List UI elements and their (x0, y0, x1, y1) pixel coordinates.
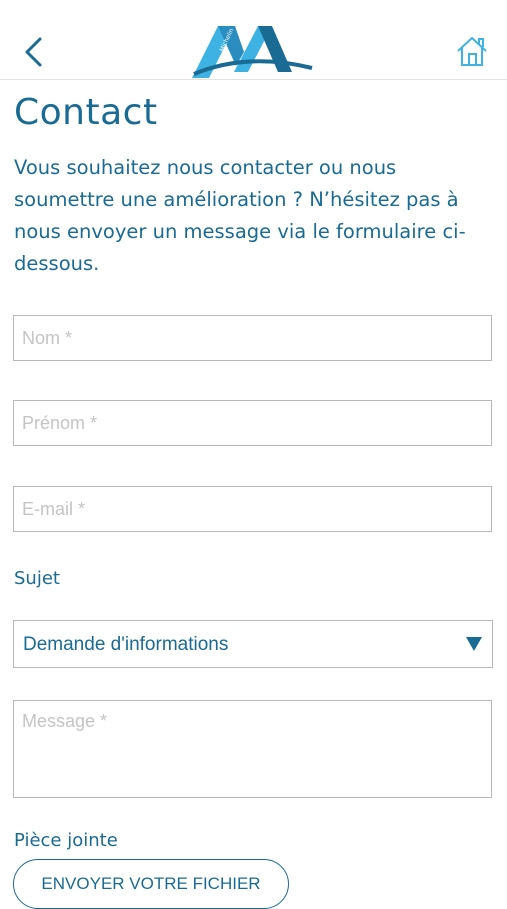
chevron-left-icon (25, 37, 42, 67)
intro-text: Vous souhaitez nous contacter ou nous so… (14, 156, 466, 275)
message-field-container (13, 700, 492, 798)
upload-file-button[interactable]: ENVOYER VOTRE FICHIER (13, 859, 289, 909)
email-field-container (13, 486, 492, 532)
prenom-field-container (13, 400, 492, 446)
home-icon (457, 37, 487, 66)
nom-field-container (13, 315, 492, 361)
home-button[interactable] (455, 34, 489, 68)
sujet-select-value: Demande d'informations (23, 634, 229, 655)
email-field[interactable] (14, 487, 491, 531)
sujet-select[interactable]: Demande d'informations (13, 620, 493, 668)
triangle-down-icon (466, 637, 482, 651)
app-header: Michelin (0, 0, 507, 80)
nom-field[interactable] (14, 316, 491, 360)
prenom-field[interactable] (14, 401, 491, 445)
sujet-label: Sujet (14, 568, 60, 589)
app-logo: Michelin (192, 22, 314, 80)
message-field[interactable] (14, 701, 491, 797)
back-button[interactable] (18, 34, 48, 70)
piece-jointe-label: Pièce jointe (14, 830, 118, 851)
page-title: Contact (14, 92, 158, 133)
